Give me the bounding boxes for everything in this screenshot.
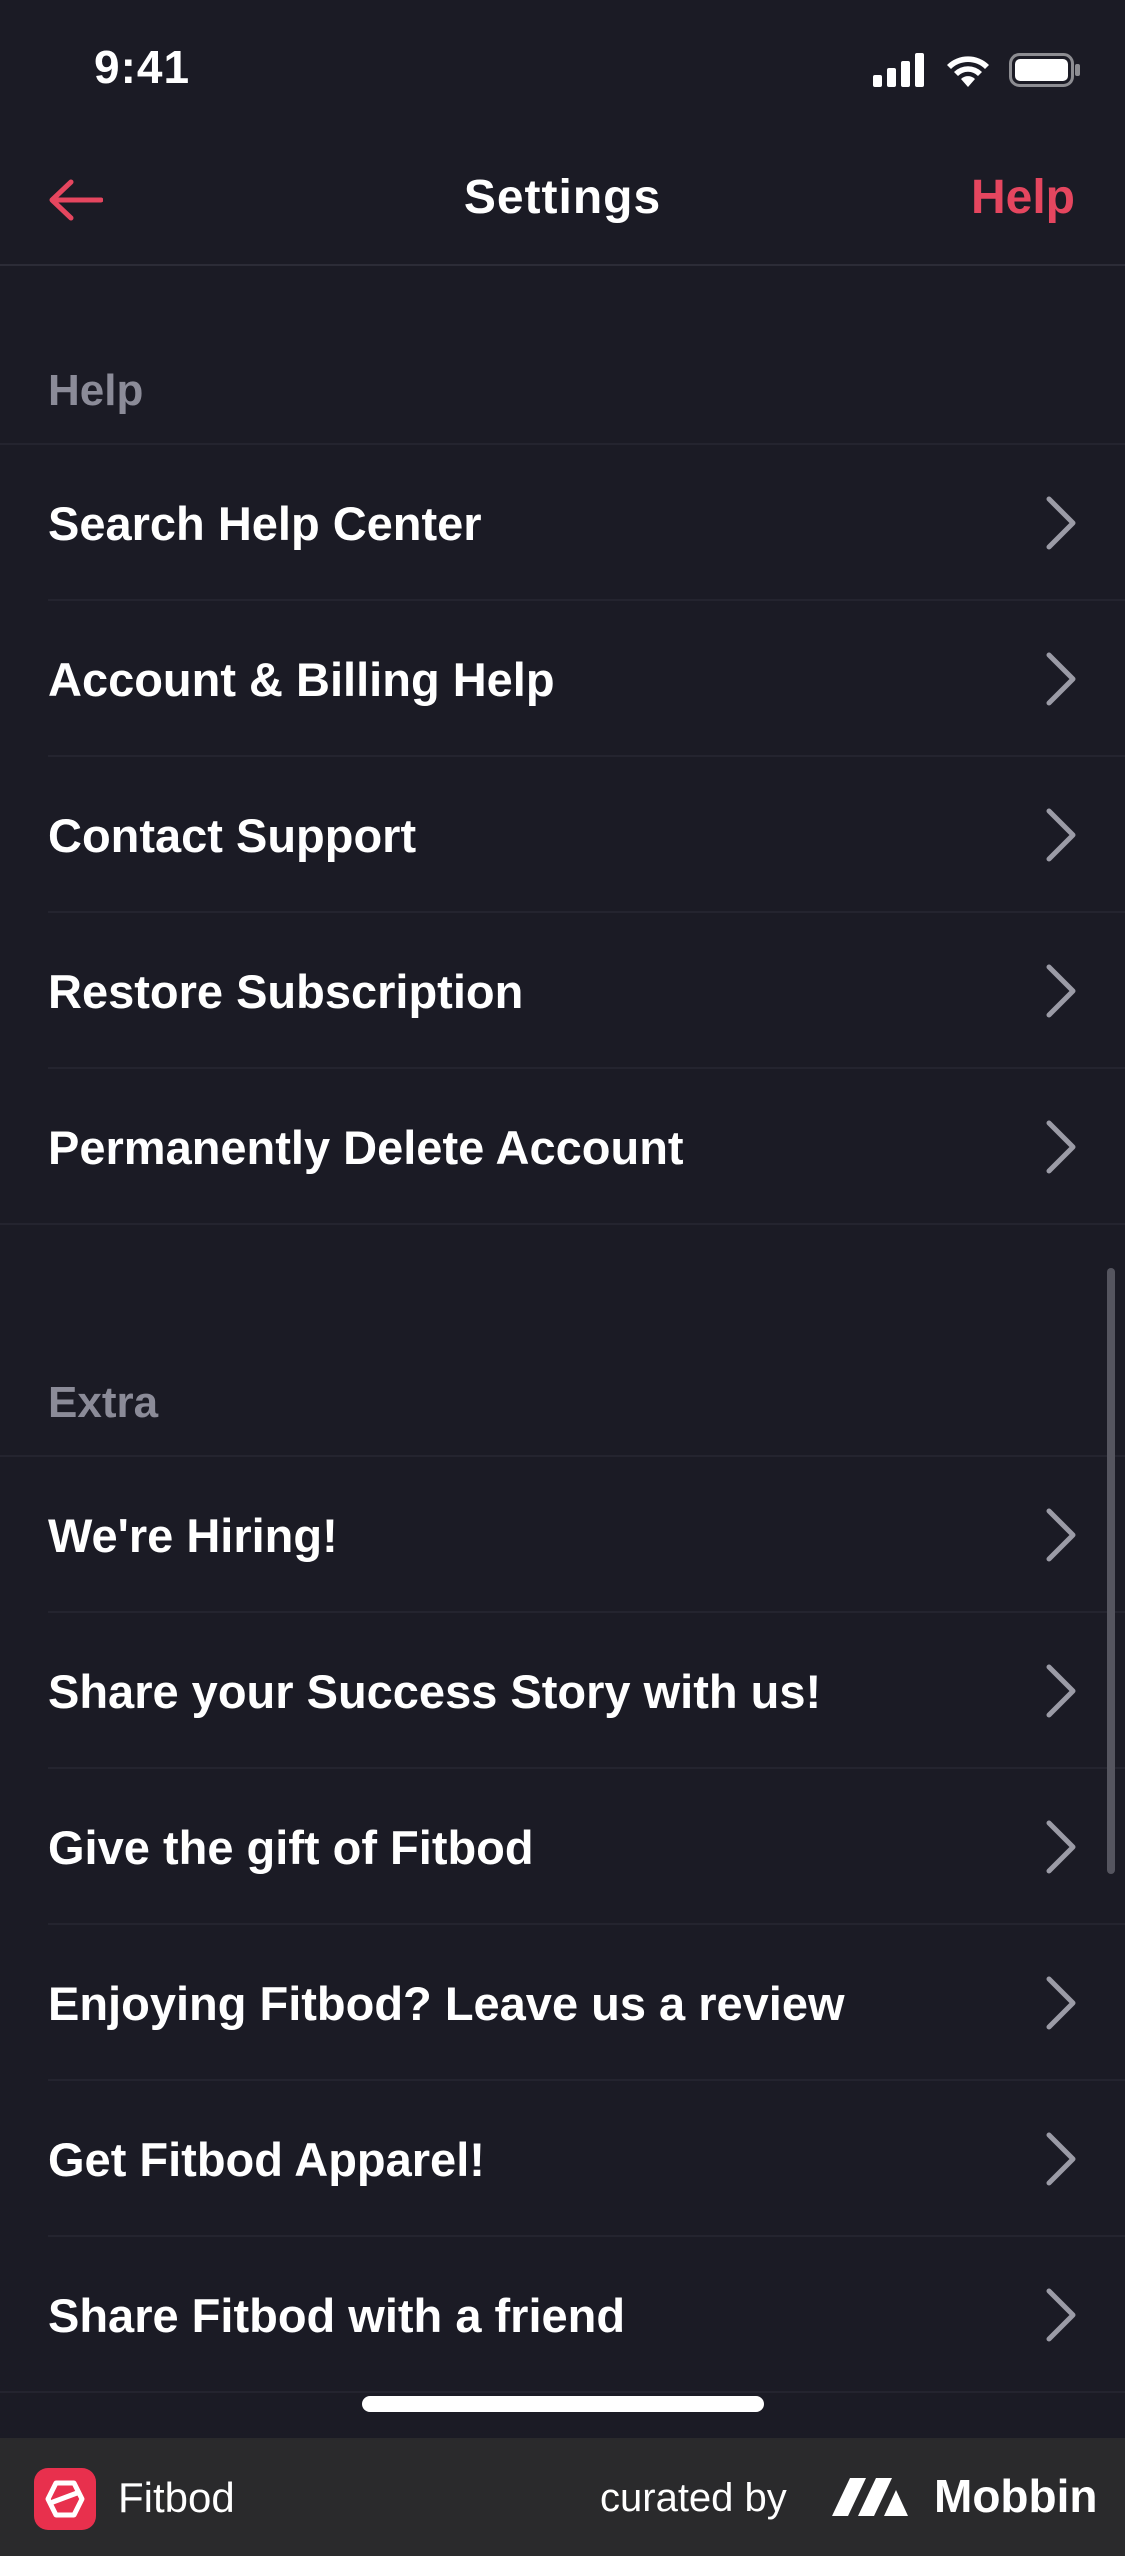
list-item-success-story[interactable]: Share your Success Story with us! xyxy=(0,1613,1125,1769)
list-item-label: Share Fitbod with a friend xyxy=(48,2288,626,2342)
footer-app-name: Fitbod xyxy=(118,2474,235,2521)
chevron-right-icon xyxy=(1046,496,1076,550)
list-item-label: Permanently Delete Account xyxy=(48,1120,684,1174)
list-item-share-with-friend[interactable]: Share Fitbod with a friend xyxy=(0,2237,1125,2393)
chevron-right-icon xyxy=(1046,1120,1076,1174)
list-item-account-billing-help[interactable]: Account & Billing Help xyxy=(0,601,1125,757)
list-item-label: Account & Billing Help xyxy=(48,652,555,706)
list-item-restore-subscription[interactable]: Restore Subscription xyxy=(0,913,1125,1069)
list-item-were-hiring[interactable]: We're Hiring! xyxy=(0,1457,1125,1613)
list-item-delete-account[interactable]: Permanently Delete Account xyxy=(0,1069,1125,1225)
section-header-extra: Extra xyxy=(48,1378,159,1427)
list-item-label: We're Hiring! xyxy=(48,1508,338,1562)
home-indicator[interactable] xyxy=(362,2396,764,2412)
navigation-bar: Settings Help xyxy=(0,140,1125,266)
chevron-right-icon xyxy=(1046,1664,1076,1718)
page-title: Settings xyxy=(463,171,662,224)
list-item-label: Restore Subscription xyxy=(48,964,524,1018)
chevron-right-icon xyxy=(1046,1820,1076,1874)
fitbod-logo-icon xyxy=(34,2468,96,2530)
list-item-label: Search Help Center xyxy=(48,496,482,550)
footer-brand-name: Mobbin xyxy=(934,2470,1098,2522)
footer-curated-label: curated by xyxy=(600,2476,787,2520)
list-item-fitbod-apparel[interactable]: Get Fitbod Apparel! xyxy=(0,2081,1125,2237)
scrollbar[interactable] xyxy=(1107,1268,1115,1874)
list-item-label: Share your Success Story with us! xyxy=(48,1664,822,1718)
help-list: Search Help Center Account & Billing Hel… xyxy=(0,443,1125,1225)
footer-bar: Fitbod curated by Mobbin xyxy=(0,2438,1125,2556)
chevron-right-icon xyxy=(1046,1976,1076,2030)
help-button[interactable]: Help xyxy=(971,170,1075,225)
list-item-gift-fitbod[interactable]: Give the gift of Fitbod xyxy=(0,1769,1125,1925)
list-item-label: Get Fitbod Apparel! xyxy=(48,2132,485,2186)
wifi-icon xyxy=(947,56,989,87)
status-bar: 9:41 xyxy=(0,0,1125,140)
mobbin-logo-icon xyxy=(832,2478,908,2516)
chevron-right-icon xyxy=(1046,1508,1076,1562)
list-item-contact-support[interactable]: Contact Support xyxy=(0,757,1125,913)
status-icons xyxy=(873,50,1081,90)
list-item-label: Contact Support xyxy=(48,808,417,862)
chevron-right-icon xyxy=(1046,2288,1076,2342)
battery-icon xyxy=(1009,53,1080,87)
section-header-help: Help xyxy=(48,366,144,415)
mobbin-brand: Mobbin xyxy=(832,2466,1098,2526)
signal-icon xyxy=(873,53,924,87)
chevron-right-icon xyxy=(1046,808,1076,862)
chevron-right-icon xyxy=(1046,652,1076,706)
extra-list: We're Hiring! Share your Success Story w… xyxy=(0,1455,1125,2393)
list-item-search-help-center[interactable]: Search Help Center xyxy=(0,445,1125,601)
status-time: 9:41 xyxy=(94,41,191,93)
list-item-label: Enjoying Fitbod? Leave us a review xyxy=(48,1976,845,2030)
list-item-leave-review[interactable]: Enjoying Fitbod? Leave us a review xyxy=(0,1925,1125,2081)
list-item-label: Give the gift of Fitbod xyxy=(48,1820,534,1874)
chevron-right-icon xyxy=(1046,964,1076,1018)
chevron-right-icon xyxy=(1046,2132,1076,2186)
